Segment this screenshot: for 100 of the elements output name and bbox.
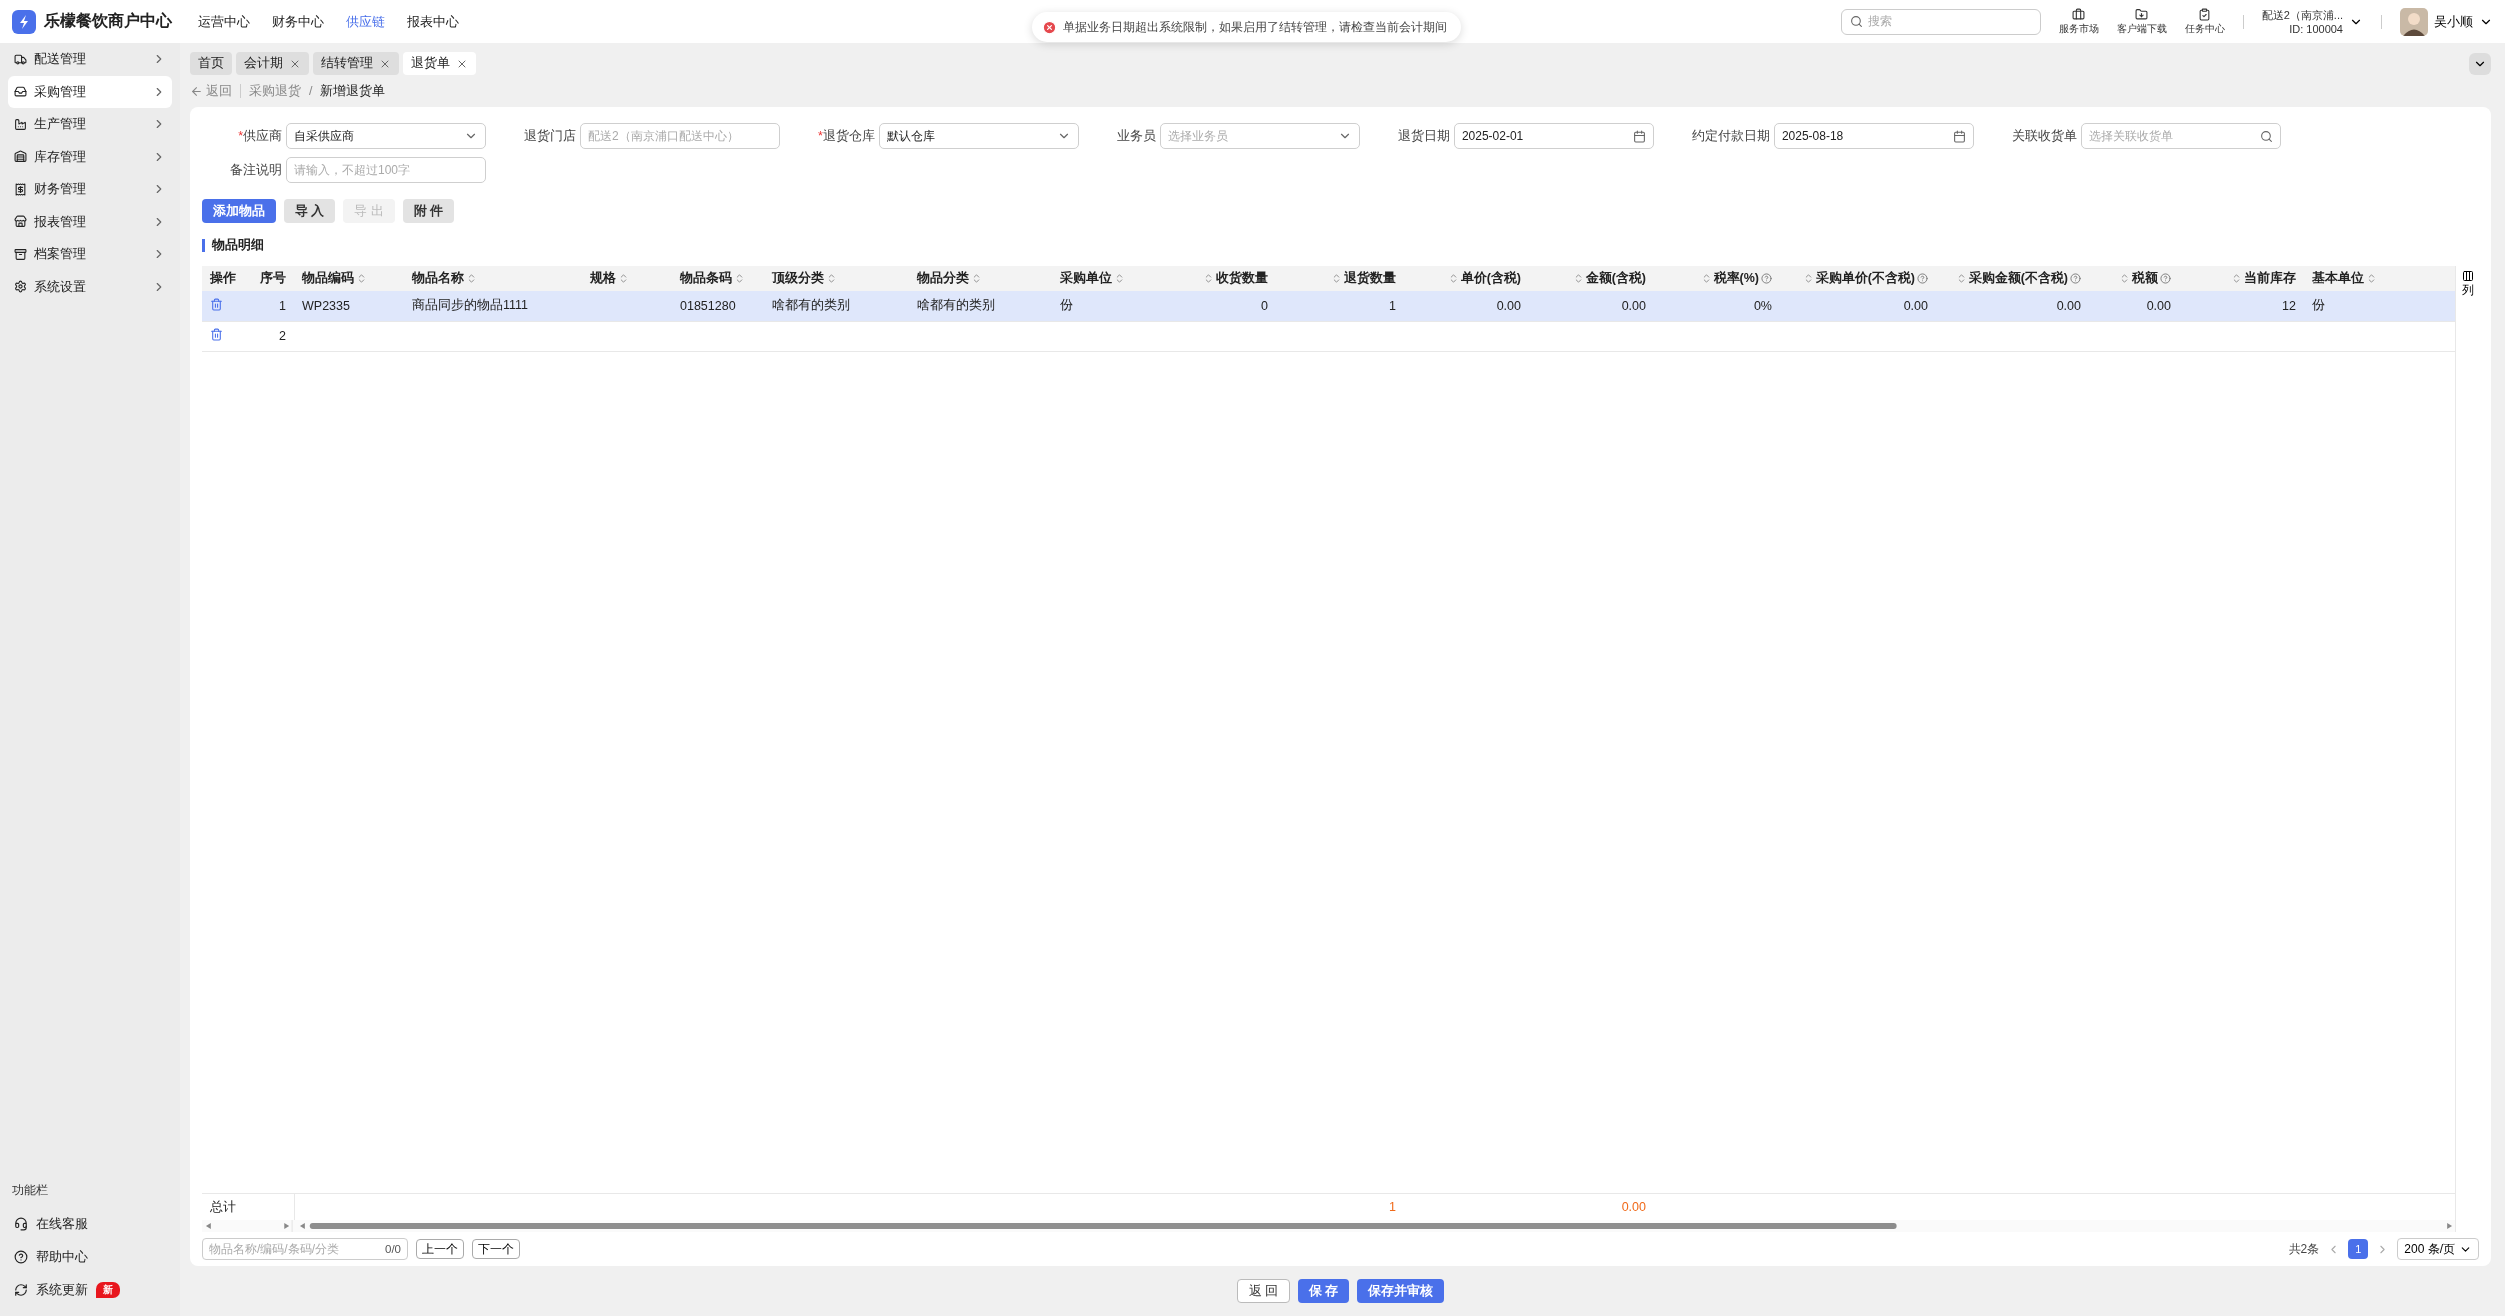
refresh-icon [14, 1282, 28, 1297]
column-header[interactable]: 当前库存 [2179, 266, 2304, 291]
column-header[interactable]: 单价(含税) [1404, 266, 1529, 291]
clipboard-icon [2198, 7, 2212, 21]
column-header[interactable]: 规格 [582, 266, 672, 291]
table-cell: 商品同步的物品1111 [404, 291, 582, 321]
nav-link[interactable]: 报表中心 [407, 12, 459, 31]
sidebar-link[interactable]: 系统更新 新 [8, 1273, 172, 1306]
nav-link[interactable]: 供应链 [346, 12, 385, 31]
toolbar-button[interactable]: 客户端下载 [2116, 7, 2167, 36]
link-label: 帮助中心 [36, 1247, 88, 1266]
store-switcher[interactable]: 配送2（南京浦... ID: 100004 [2261, 7, 2363, 36]
sort-icon [2366, 273, 2377, 284]
search-icon [1849, 15, 1863, 28]
next-button[interactable]: 下一个 [472, 1239, 520, 1259]
nav-link[interactable]: 财务中心 [272, 12, 324, 31]
column-header: 序号 [250, 266, 294, 291]
page-button[interactable]: 1 [2348, 1239, 2369, 1259]
sidebar-item[interactable]: 采购管理 [8, 75, 172, 108]
sidebar-item[interactable]: 库存管理 [8, 140, 172, 173]
sidebar-item[interactable]: 档案管理 [8, 238, 172, 271]
select-field[interactable]: 默认仓库 [878, 123, 1079, 149]
table-cell: 啥都有的类别 [764, 291, 909, 321]
footer-button[interactable]: 保 存 [1298, 1279, 1350, 1303]
sort-icon [618, 273, 629, 284]
sidebar-item[interactable]: 系统设置 [8, 270, 172, 303]
table-cell: WP2335 [294, 291, 404, 321]
receipt-icon [14, 182, 27, 196]
field-label: 备注说明 [229, 161, 282, 179]
sort-icon [1331, 273, 1342, 284]
previous-button[interactable]: 上一个 [416, 1239, 464, 1259]
link-label: 在线客服 [36, 1214, 88, 1233]
page-tab[interactable]: 首页 [190, 52, 232, 75]
sidebar-item[interactable]: 生产管理 [8, 108, 172, 141]
field-label: 退货日期 [1396, 127, 1450, 145]
sidebar-item[interactable]: 财务管理 [8, 173, 172, 206]
column-header[interactable]: 物品分类 [909, 266, 1052, 291]
page-size-select[interactable]: 200 条/页 [2397, 1238, 2479, 1260]
page-tab[interactable]: 退货单 [403, 52, 476, 75]
sidebar-item[interactable]: 报表管理 [8, 205, 172, 238]
truck-icon [14, 52, 27, 66]
page-tab[interactable]: 结转管理 [313, 52, 399, 75]
warehouse-icon [14, 150, 27, 164]
column-header[interactable]: 采购金额(不含税) [1936, 266, 2089, 291]
column-header[interactable]: 收货数量 [1187, 266, 1276, 291]
field-label: 约定付款日期 [1690, 127, 1770, 145]
match-count: 0/0 [385, 1243, 401, 1255]
table-cell: 01851280 [672, 291, 764, 321]
delete-icon[interactable] [210, 297, 223, 311]
toolbar-button[interactable]: 服务市场 [2058, 7, 2099, 36]
column-header[interactable]: 采购单价(不含税) [1780, 266, 1936, 291]
footer-button[interactable]: 返 回 [1236, 1279, 1290, 1303]
column-header[interactable]: 物品编码 [294, 266, 404, 291]
store-name: 配送2（南京浦... [2261, 7, 2343, 22]
table-cell: 啥都有的类别 [909, 291, 1052, 321]
sort-icon [466, 273, 477, 284]
total-count: 共2条 [2288, 1240, 2320, 1258]
calendar-icon [1952, 129, 1966, 143]
column-header[interactable]: 税额 [2089, 266, 2179, 291]
table-cell: 0.00 [2089, 291, 2179, 321]
column-header[interactable]: 税率(%) [1654, 266, 1780, 291]
delete-icon[interactable] [210, 328, 223, 341]
field-label: *退货仓库 [817, 127, 875, 145]
breadcrumb-separator: / [309, 84, 313, 98]
select-field[interactable]: 自采供应商 [286, 123, 486, 149]
find-field[interactable]: 物品名称/编码/条码/分类 0/0 [202, 1238, 408, 1260]
help-icon [14, 1249, 28, 1264]
new-badge: 新 [96, 1281, 120, 1298]
date-field[interactable]: 2025-02-01 [1453, 123, 1654, 149]
action-button[interactable]: 附 件 [402, 199, 455, 223]
column-header[interactable]: 物品条码 [672, 266, 764, 291]
column-header[interactable]: 金额(含税) [1529, 266, 1654, 291]
store-icon [14, 215, 27, 229]
sidebar-item[interactable]: 配送管理 [8, 43, 172, 76]
sidebar-link[interactable]: 帮助中心 [8, 1240, 172, 1273]
footer-button[interactable]: 保存并审核 [1357, 1279, 1445, 1303]
date-field[interactable]: 2025-08-18 [1773, 123, 1974, 149]
action-button[interactable]: 添加物品 [202, 199, 276, 223]
table-cell: 2 [250, 321, 294, 351]
column-header[interactable]: 物品名称 [404, 266, 582, 291]
expand-button[interactable] [2469, 53, 2491, 75]
user-menu[interactable]: 吴小顺 [2400, 7, 2493, 36]
nav-link[interactable]: 运营中心 [198, 12, 250, 31]
sort-icon [971, 273, 982, 284]
toolbar-button[interactable]: 任务中心 [2184, 7, 2225, 36]
column-header[interactable]: 采购单位 [1052, 266, 1187, 291]
page-tab[interactable]: 会计期 [236, 52, 309, 75]
table-cell: 0% [1654, 291, 1780, 321]
field-label: 关联收货单 [2010, 127, 2077, 145]
table-cell: 0.00 [1780, 291, 1936, 321]
column-header[interactable]: 顶级分类 [764, 266, 909, 291]
table-cell: 0.00 [1529, 291, 1654, 321]
sidebar-link[interactable]: 在线客服 [8, 1207, 172, 1240]
sort-icon [826, 273, 837, 284]
total-value: 0.00 [1620, 1199, 1647, 1216]
column-header[interactable]: 退货数量 [1276, 266, 1404, 291]
section-title: 物品明细 [202, 239, 2479, 252]
action-button[interactable]: 导 入 [284, 199, 336, 223]
column-header[interactable]: 基本单位 [2304, 266, 2409, 291]
help-icon [2160, 273, 2171, 284]
